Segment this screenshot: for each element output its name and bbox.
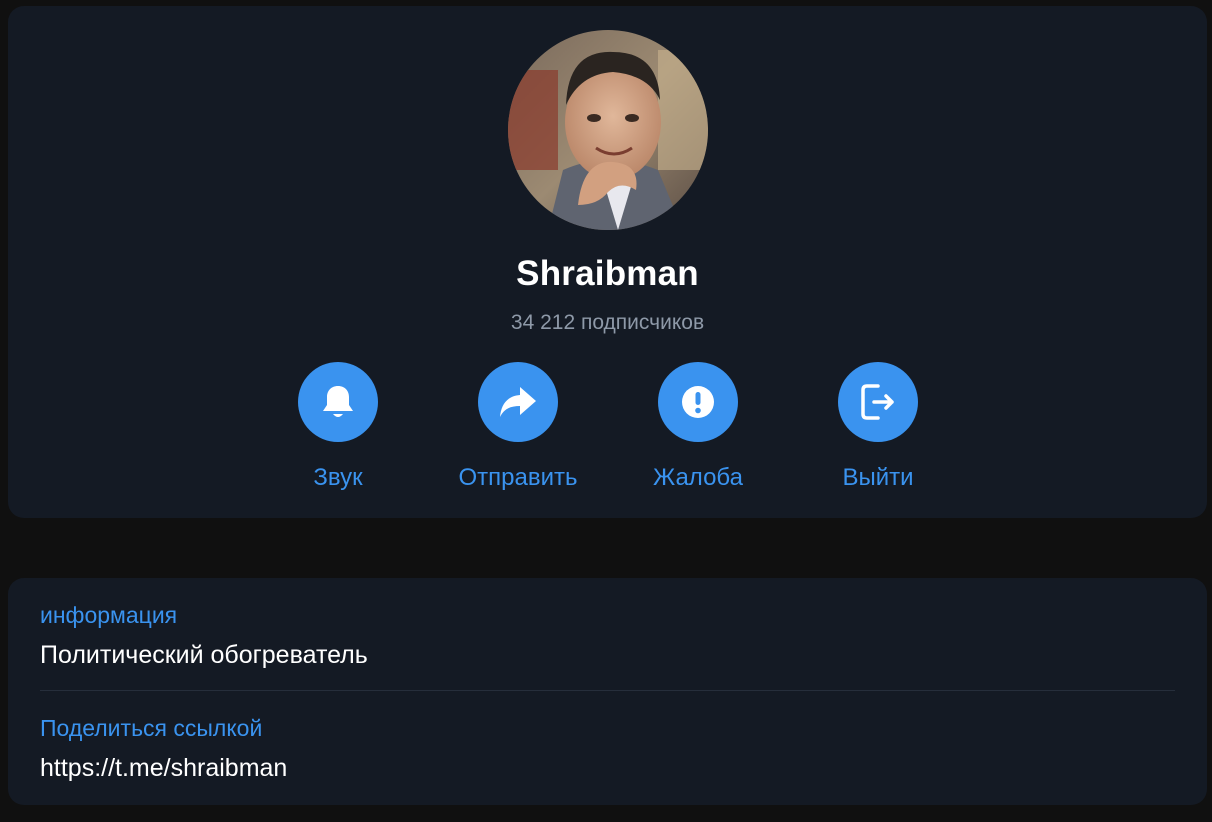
about-caption: информация <box>40 602 178 628</box>
report-button[interactable]: Жалоба <box>608 362 788 492</box>
share-link-row[interactable]: Поделиться ссылкой https://t.me/shraibma… <box>40 715 1175 783</box>
report-button-circle[interactable] <box>658 362 738 442</box>
mute-button[interactable]: Звук <box>248 362 428 492</box>
exclamation-icon <box>682 386 714 418</box>
share-link-value[interactable]: https://t.me/shraibman <box>40 754 1175 783</box>
share-button-circle[interactable] <box>478 362 558 442</box>
share-button-label: Отправить <box>458 464 578 491</box>
subscriber-count: 34 212 подписчиков <box>510 311 705 334</box>
leave-button-label: Выйти <box>842 464 914 491</box>
mute-button-circle[interactable] <box>298 362 378 442</box>
leave-button-circle[interactable] <box>838 362 918 442</box>
divider <box>40 690 1175 691</box>
info-card: информация Политический обогреватель Под… <box>8 578 1207 805</box>
avatar-photo <box>508 30 708 230</box>
leave-button[interactable]: Выйти <box>788 362 968 492</box>
leave-icon <box>861 384 894 420</box>
share-link-caption: Поделиться ссылкой <box>40 715 263 741</box>
report-button-label: Жалоба <box>653 464 743 491</box>
channel-name: Shraibman <box>516 254 699 293</box>
profile-card: Shraibman 34 212 подписчиков Звук Отправ… <box>8 6 1207 518</box>
share-button[interactable]: Отправить <box>428 362 608 492</box>
mute-button-label: Звук <box>313 464 363 491</box>
about-row[interactable]: информация Политический обогреватель <box>40 602 1175 670</box>
bell-icon <box>323 386 353 417</box>
avatar[interactable] <box>508 30 708 230</box>
about-value: Политический обогреватель <box>40 641 368 669</box>
share-arrow-icon <box>500 387 536 417</box>
